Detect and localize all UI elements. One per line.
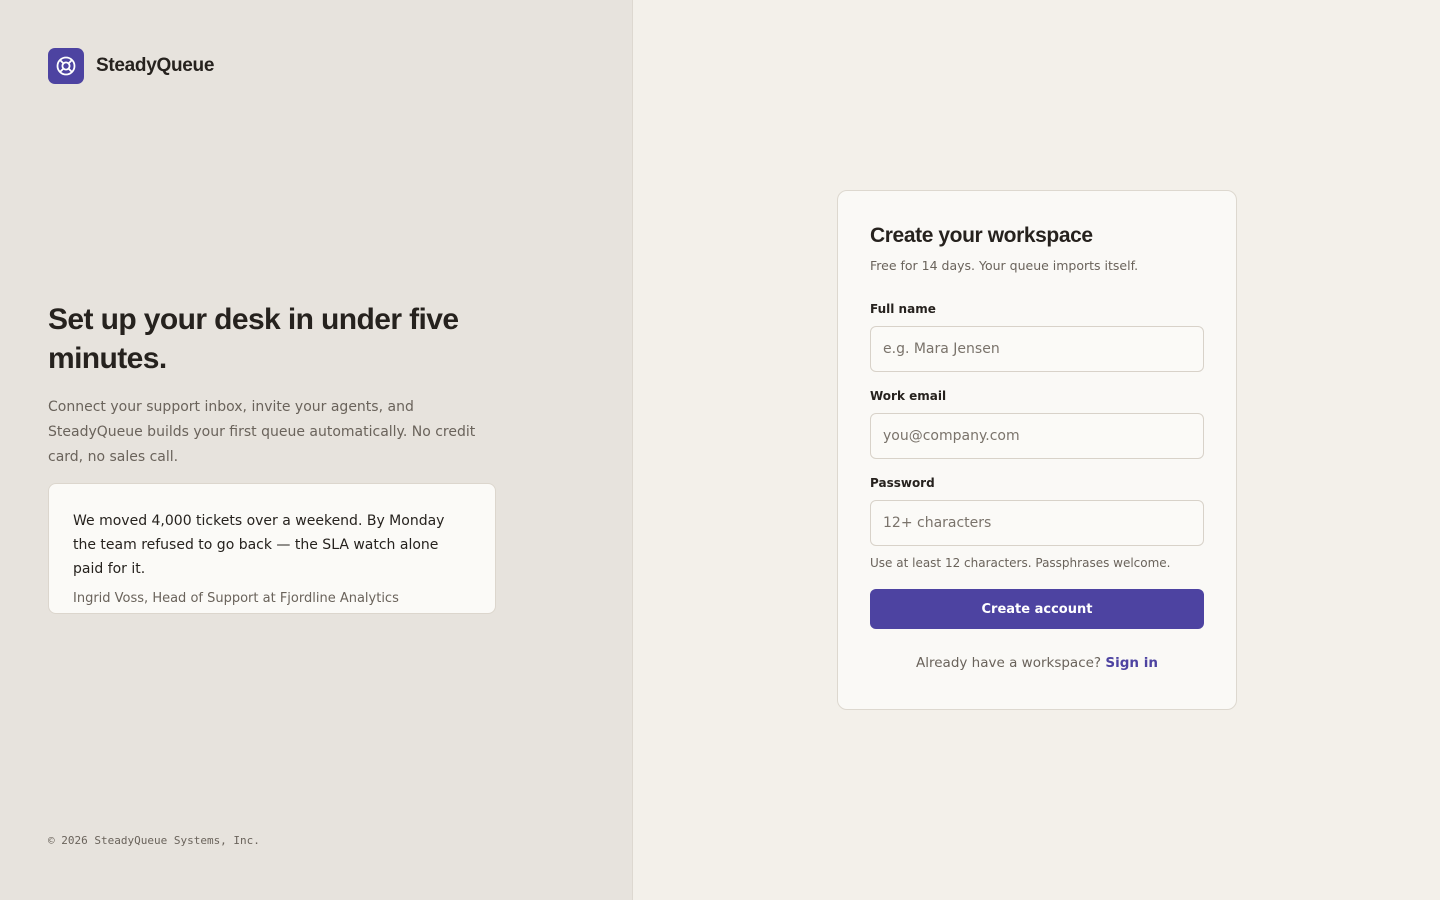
testimonial-author: Ingrid Voss, Head of Support at Fjordlin… — [73, 591, 399, 606]
full-name-group: Full name — [870, 302, 1204, 372]
full-name-label: Full name — [870, 302, 936, 316]
testimonial-card: We moved 4,000 tickets over a weekend. B… — [48, 483, 496, 614]
hero-subtitle: Connect your support inbox, invite your … — [48, 399, 476, 465]
brand[interactable]: SteadyQueue — [48, 48, 214, 84]
email-label: Work email — [870, 389, 947, 403]
create-account-button[interactable]: Create account — [870, 589, 1204, 629]
full-name-input[interactable] — [870, 326, 1204, 372]
brand-name: SteadyQueue — [96, 55, 215, 76]
password-group: Password Use at least 12 characters. Pas… — [870, 476, 1204, 570]
signup-subtitle: Free for 14 days. Your queue imports its… — [870, 258, 1139, 273]
signin-row: Already have a workspace? Sign in — [870, 655, 1204, 671]
logo — [48, 48, 84, 84]
signup-title: Create your workspace — [870, 224, 1093, 247]
password-hint: Use at least 12 characters. Passphrases … — [870, 556, 1171, 570]
copyright: © 2026 SteadyQueue Systems, Inc. — [48, 834, 260, 847]
email-input[interactable] — [870, 413, 1204, 459]
signin-prompt: Already have a workspace? — [916, 655, 1102, 671]
signup-card: Create your workspace Free for 14 days. … — [837, 190, 1237, 710]
password-label: Password — [870, 476, 935, 490]
lifebuoy-icon — [56, 56, 76, 76]
password-input[interactable] — [870, 500, 1204, 546]
hero-title: Set up your desk in under five minutes. — [48, 303, 459, 375]
left-panel: SteadyQueue Set up your desk in under fi… — [0, 0, 633, 900]
email-group: Work email — [870, 389, 1204, 459]
testimonial-quote: We moved 4,000 tickets over a weekend. B… — [73, 513, 445, 577]
signin-link[interactable]: Sign in — [1105, 655, 1158, 671]
